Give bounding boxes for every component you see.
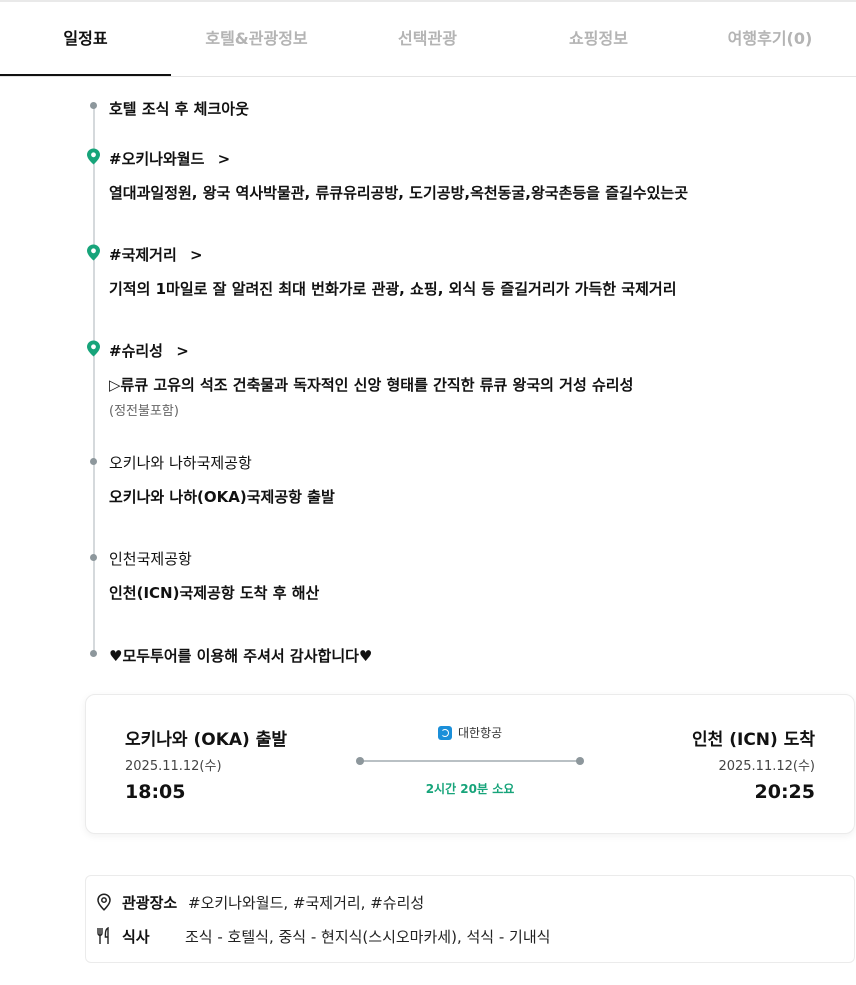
kokusai-street-link[interactable]: #국제거리 > [109,244,203,265]
sightseeing-label: 관광장소 [122,894,178,912]
itinerary-timeline: 호텔 조식 후 체크아웃 #오키나와월드 > 열대과일정원, 왕국 역사박물관,… [0,90,856,670]
thanks-message: ♥모두투어를 이용해 주셔서 감사합니다♥ [109,647,373,665]
arrival-city: 인천 (ICN) 도착 [692,730,815,750]
route-start-dot [356,757,364,765]
location-pin-icon [87,244,100,261]
route-end-dot [576,757,584,765]
location-pin-icon [97,893,111,911]
flight-card: 오키나와 (OKA) 출발 2025.11.12(수) 18:05 대한항공 2… [85,694,855,834]
okinawa-world-title: #오키나와월드 [109,150,205,168]
naha-airport-title: 오키나와 나하국제공항 [109,454,252,472]
departure-date: 2025.11.12(수) [125,759,222,774]
tab-optional-tours[interactable]: 선택관광 [342,2,513,76]
flight-route [356,757,584,765]
shurijo-description: ▷류큐 고유의 석조 건축물과 독자적인 신앙 형태를 간직한 류큐 왕국의 거… [109,376,634,394]
flight-duration: 2시간 20분 소요 [425,782,515,796]
shurijo-note: (정전불포함) [109,404,179,419]
fork-knife-icon [97,927,109,944]
active-tab-indicator [0,74,171,76]
shurijo-link[interactable]: #슈리성 > [109,340,189,361]
departure-city: 오키나와 (OKA) 출발 [125,730,287,750]
incheon-airport-title: 인천국제공항 [109,550,192,568]
location-pin-icon [87,148,100,165]
sightseeing-value: #오키나와월드, #국제거리, #슈리성 [188,894,425,912]
incheon-airport-description: 인천(ICN)국제공항 도착 후 해산 [109,584,320,602]
okinawa-world-description: 열대과일정원, 왕국 역사박물관, 류큐유리공방, 도기공방,옥천동굴,왕국촌등… [109,184,689,202]
airline-name: 대한항공 [458,726,503,740]
tab-hotel-sightseeing-info[interactable]: 호텔&관광정보 [171,2,342,76]
timeline-line [93,106,95,652]
meals-label: 식사 [122,928,150,946]
departure-time: 18:05 [125,781,186,803]
chevron-right-icon: > [176,342,189,360]
checkout-text: 호텔 조식 후 체크아웃 [109,100,249,118]
timeline-dot [90,650,97,657]
arrival-time: 20:25 [754,781,815,803]
tab-reviews[interactable]: 여행후기(0) [684,2,856,76]
chevron-right-icon: > [190,246,203,264]
location-pin-icon [87,340,100,357]
chevron-right-icon: > [217,150,231,168]
korean-air-logo-icon [438,726,452,740]
naha-airport-description: 오키나와 나하(OKA)국제공항 출발 [109,488,335,506]
timeline-dot [90,554,97,561]
meals-value: 조식 - 호텔식, 중식 - 현지식(스시오마카세), 석식 - 기내식 [185,928,551,946]
shurijo-title: #슈리성 [109,342,163,360]
timeline-dot [90,458,97,465]
day-summary: 관광장소 #오키나와월드, #국제거리, #슈리성 식사 조식 - 호텔식, 중… [85,875,855,963]
arrival-date: 2025.11.12(수) [718,759,815,774]
tab-bar: 일정표 호텔&관광정보 선택관광 쇼핑정보 여행후기(0) [0,2,856,77]
route-line [360,760,580,762]
timeline-dot [90,102,97,109]
kokusai-street-description: 기적의 1마일로 잘 알려진 최대 번화가로 관광, 쇼핑, 외식 등 즐길거리… [109,280,677,298]
okinawa-world-link[interactable]: #오키나와월드 > [109,148,230,169]
tab-itinerary[interactable]: 일정표 [0,2,171,76]
kokusai-street-title: #국제거리 [109,246,177,264]
airline: 대한항공 [438,724,502,741]
tab-shopping-info[interactable]: 쇼핑정보 [513,2,684,76]
